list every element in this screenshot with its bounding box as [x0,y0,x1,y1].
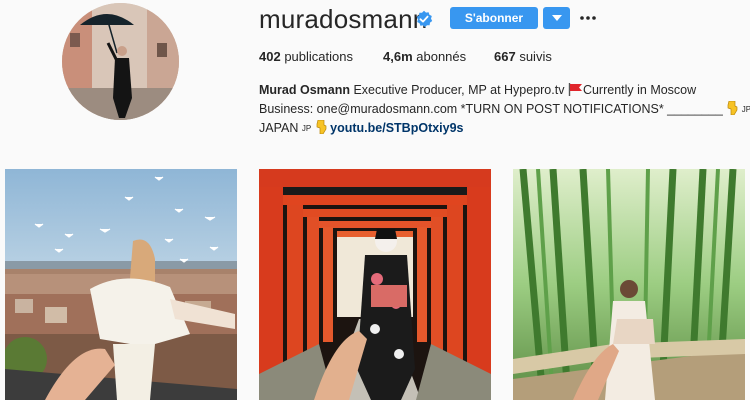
profile-bio: Murad Osmann Executive Producer, MP at H… [259,81,750,138]
more-options-icon [580,16,596,20]
pointing-down-hand-icon [727,101,738,115]
posts-stat: 402 publications [259,49,353,64]
posts-count: 402 [259,49,281,64]
post-thumbnail-1[interactable] [5,169,237,400]
post-image-bamboo [513,169,745,400]
pointing-down-hand-icon [316,120,327,134]
flag-code-jp-2: JP [301,124,312,133]
followers-count: 4,6m [383,49,413,64]
red-flag-icon [568,83,582,96]
follow-dropdown-button[interactable] [543,7,570,29]
bio-occupation: Executive Producer, MP at Hypepro.tv [350,83,568,97]
post-image-torii [259,169,491,400]
verified-badge-icon [416,10,433,28]
profile-avatar[interactable] [62,3,179,120]
following-label: suivis [519,49,552,64]
followers-stat[interactable]: 4,6m abonnés [383,49,466,64]
profile-username: muradosmann [259,4,428,34]
bio-country: JAPAN [259,121,302,135]
bio-line-3: JAPAN JP youtu.be/STBpOtxiy9s [259,119,729,138]
posts-label: publications [284,49,353,64]
post-thumbnail-2[interactable] [259,169,491,400]
followers-label: abonnés [416,49,467,64]
bio-business: Business: one@muradosmann.com *TURN ON P… [259,102,727,116]
bio-line-2: Business: one@muradosmann.com *TURN ON P… [259,100,750,119]
following-stat[interactable]: 667 suivis [494,49,552,64]
post-thumbnail-3[interactable] [513,169,745,400]
profile-full-name: Murad Osmann [259,83,350,97]
bio-line-1: Murad Osmann Executive Producer, MP at H… [259,81,729,100]
post-image-istanbul [5,169,237,400]
flag-code-jp: JP [741,105,750,114]
bio-link[interactable]: youtu.be/STBpOtxiy9s [330,121,463,135]
more-options-button[interactable] [578,7,598,29]
avatar-photo [62,3,179,120]
chevron-down-icon [551,15,562,21]
follow-button[interactable]: S'abonner [450,7,538,29]
bio-location: Currently in Moscow [582,83,697,97]
following-count: 667 [494,49,516,64]
